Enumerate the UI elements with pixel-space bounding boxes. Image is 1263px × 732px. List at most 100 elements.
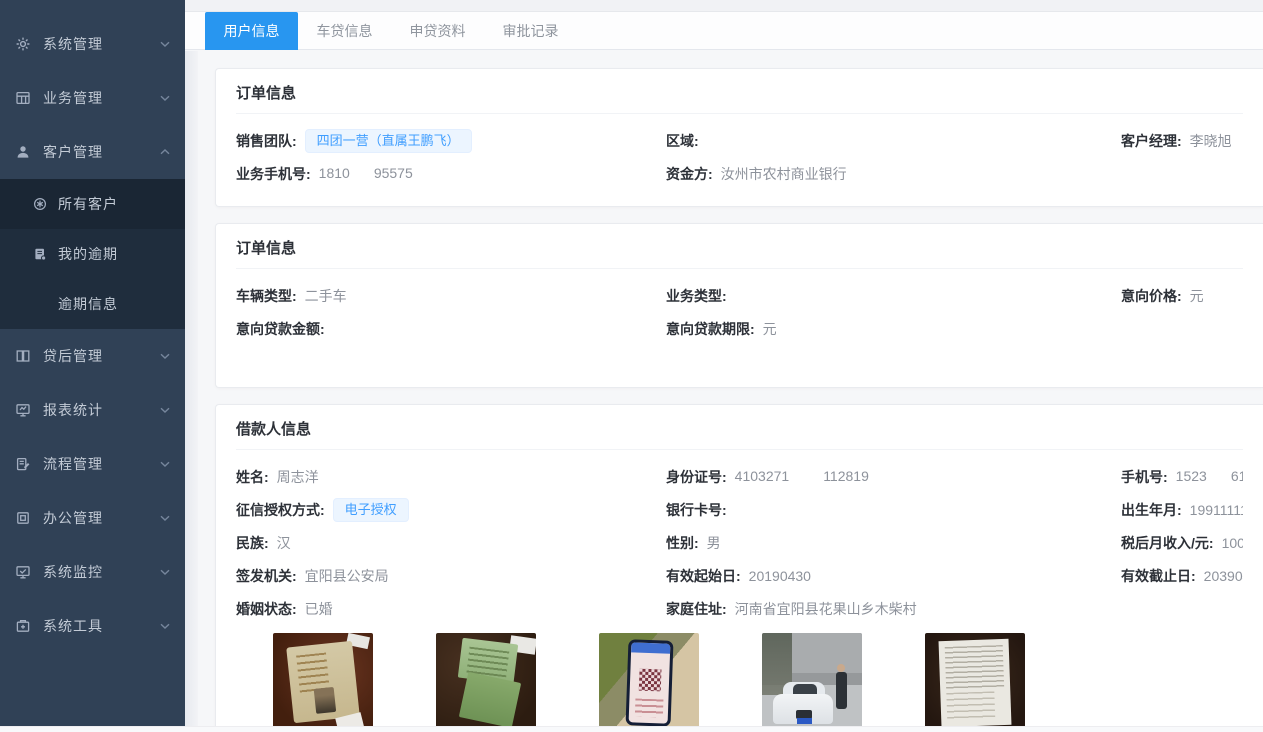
- field-empty: [1121, 592, 1243, 625]
- photo-decor: [286, 641, 360, 723]
- monitor-check-icon: [15, 564, 31, 580]
- field-value: 15236137: [1176, 468, 1243, 485]
- field-mobile-phone: 手机号: 15236137: [1121, 460, 1243, 493]
- photo-thumb-license-booklet[interactable]: [436, 633, 536, 732]
- field-name: 姓名: 周志洋: [236, 460, 666, 493]
- field-value: 10000: [1222, 535, 1243, 551]
- field-label: 婚姻状态:: [236, 599, 297, 619]
- field-intent-term: 意向贷款期限: 元: [666, 312, 1121, 345]
- field-region: 区域:: [666, 124, 1121, 157]
- clipboard-pencil-icon: [15, 456, 31, 472]
- sidebar-item-overdue-info[interactable]: 逾期信息: [0, 279, 185, 329]
- photo-block: 人车合影: [762, 633, 862, 732]
- toolbox-icon: [15, 618, 31, 634]
- chevron-down-icon: [159, 38, 171, 50]
- field-label: 签发机关:: [236, 566, 297, 586]
- field-value: 4103271112819: [735, 468, 869, 485]
- tab-car-loan-info[interactable]: 车贷信息: [298, 12, 391, 50]
- chevron-down-icon: [159, 620, 171, 632]
- field-vehicle-type: 车辆类型: 二手车: [236, 279, 666, 312]
- field-bank-card: 银行卡号:: [666, 493, 1121, 526]
- sidebar: 系统管理 业务管理 客户管理 所有客户 我的逾期 逾期信息: [0, 0, 185, 732]
- field-gender: 性别: 男: [666, 526, 1121, 559]
- sidebar-item-label: 我的逾期: [58, 244, 118, 264]
- sidebar-item-office-mgmt[interactable]: 办公管理: [0, 491, 185, 545]
- chevron-down-icon: [159, 350, 171, 362]
- sidebar-item-process-mgmt[interactable]: 流程管理: [0, 437, 185, 491]
- sidebar-item-system-monitor[interactable]: 系统监控: [0, 545, 185, 599]
- photo-block: 授权二维码: [599, 633, 699, 732]
- sidebar-item-system-mgmt[interactable]: 系统管理: [0, 17, 185, 71]
- chevron-down-icon: [159, 404, 171, 416]
- field-label: 姓名:: [236, 467, 269, 487]
- field-label: 销售团队:: [236, 131, 297, 151]
- chevron-down-icon: [159, 566, 171, 578]
- header-strip: [185, 0, 1263, 12]
- photo-thumb-id-card[interactable]: [273, 633, 373, 732]
- sidebar-item-business-mgmt[interactable]: 业务管理: [0, 71, 185, 125]
- sidebar-item-label: 逾期信息: [58, 294, 118, 314]
- loan-intent-card: 订单信息 车辆类型: 二手车 业务类型: 意向价格: 元 意向贷款金额:: [215, 223, 1263, 388]
- overdue-doc-icon: [33, 247, 47, 261]
- field-id-number: 身份证号: 4103271112819: [666, 460, 1121, 493]
- chevron-down-icon: [159, 512, 171, 524]
- field-valid-to: 有效截止日: 20390430: [1121, 559, 1243, 592]
- card-title: 借款人信息: [236, 418, 1243, 450]
- customers-icon: [33, 197, 47, 211]
- field-value: 汉: [277, 533, 291, 553]
- card-title: 订单信息: [236, 82, 1243, 114]
- sidebar-item-label: 业务管理: [43, 88, 159, 108]
- field-credit-auth: 征信授权方式: 电子授权: [236, 493, 666, 526]
- redaction-box: [1207, 470, 1231, 485]
- horizontal-scrollbar-track[interactable]: [0, 726, 1263, 732]
- field-empty: [1121, 312, 1243, 345]
- field-birth-date: 出生年月: 19911111: [1121, 493, 1243, 526]
- sidebar-item-label: 贷后管理: [43, 346, 159, 366]
- field-label: 性别:: [666, 533, 699, 553]
- main-panel: 用户信息 车贷信息 申贷资料 审批记录 订单信息 销售团队: 四团一营（直属王鹏…: [185, 0, 1263, 732]
- photo-block: 身份证: [273, 633, 373, 732]
- tab-loan-application-docs[interactable]: 申贷资料: [391, 12, 484, 50]
- sidebar-item-customer-mgmt[interactable]: 客户管理: [0, 125, 185, 179]
- sidebar-item-label: 流程管理: [43, 454, 159, 474]
- field-value: 20390430: [1204, 568, 1243, 584]
- sidebar-item-all-customers[interactable]: 所有客户: [0, 179, 185, 229]
- field-intent-price: 意向价格: 元: [1121, 279, 1243, 312]
- tab-user-info[interactable]: 用户信息: [205, 12, 298, 50]
- redaction-box: [789, 470, 823, 485]
- field-label: 征信授权方式:: [236, 500, 325, 520]
- tab-approval-records[interactable]: 审批记录: [484, 12, 577, 50]
- table-icon: [15, 90, 31, 106]
- sales-team-tag[interactable]: 四团一营（直属王鹏飞）: [305, 129, 472, 153]
- sidebar-item-my-overdue[interactable]: 我的逾期: [0, 229, 185, 279]
- field-label: 出生年月:: [1121, 500, 1182, 520]
- chevron-down-icon: [159, 92, 171, 104]
- field-label: 有效截止日:: [1121, 566, 1196, 586]
- sidebar-item-report-stats[interactable]: 报表统计: [0, 383, 185, 437]
- sidebar-item-label: 办公管理: [43, 508, 159, 528]
- field-funder: 资金方: 汝州市农村商业银行: [666, 157, 1121, 190]
- sidebar-item-postloan-mgmt[interactable]: 贷后管理: [0, 329, 185, 383]
- field-label: 身份证号:: [666, 467, 727, 487]
- field-value: 周志洋: [277, 467, 319, 487]
- photo-thumb-paper-document[interactable]: [925, 633, 1025, 732]
- field-issuing-authority: 签发机关: 宜阳县公安局: [236, 559, 666, 592]
- photo-thumb-qr-code-phone[interactable]: [599, 633, 699, 732]
- sidebar-item-label: 所有客户: [58, 194, 118, 214]
- field-value: 已婚: [305, 599, 333, 619]
- field-label: 民族:: [236, 533, 269, 553]
- order-info-card: 订单信息 销售团队: 四团一营（直属王鹏飞） 区域: 客户经理: 李晓旭 业务手…: [215, 68, 1263, 207]
- field-valid-from: 有效起始日: 20190430: [666, 559, 1121, 592]
- field-label: 客户经理:: [1121, 131, 1182, 151]
- field-home-address: 家庭住址: 河南省宜阳县花果山乡木柴村: [666, 592, 1121, 625]
- sidebar-item-system-tools[interactable]: 系统工具: [0, 599, 185, 653]
- photo-thumb-person-with-car[interactable]: [762, 633, 862, 732]
- user-icon: [15, 144, 31, 160]
- field-marital-status: 婚姻状态: 已婚: [236, 592, 666, 625]
- chevron-down-icon: [159, 458, 171, 470]
- field-value: 二手车: [305, 286, 347, 306]
- field-label: 区域:: [666, 131, 699, 151]
- field-value: 181095575: [319, 165, 413, 182]
- field-ethnicity: 民族: 汉: [236, 526, 666, 559]
- credit-auth-tag[interactable]: 电子授权: [333, 498, 409, 522]
